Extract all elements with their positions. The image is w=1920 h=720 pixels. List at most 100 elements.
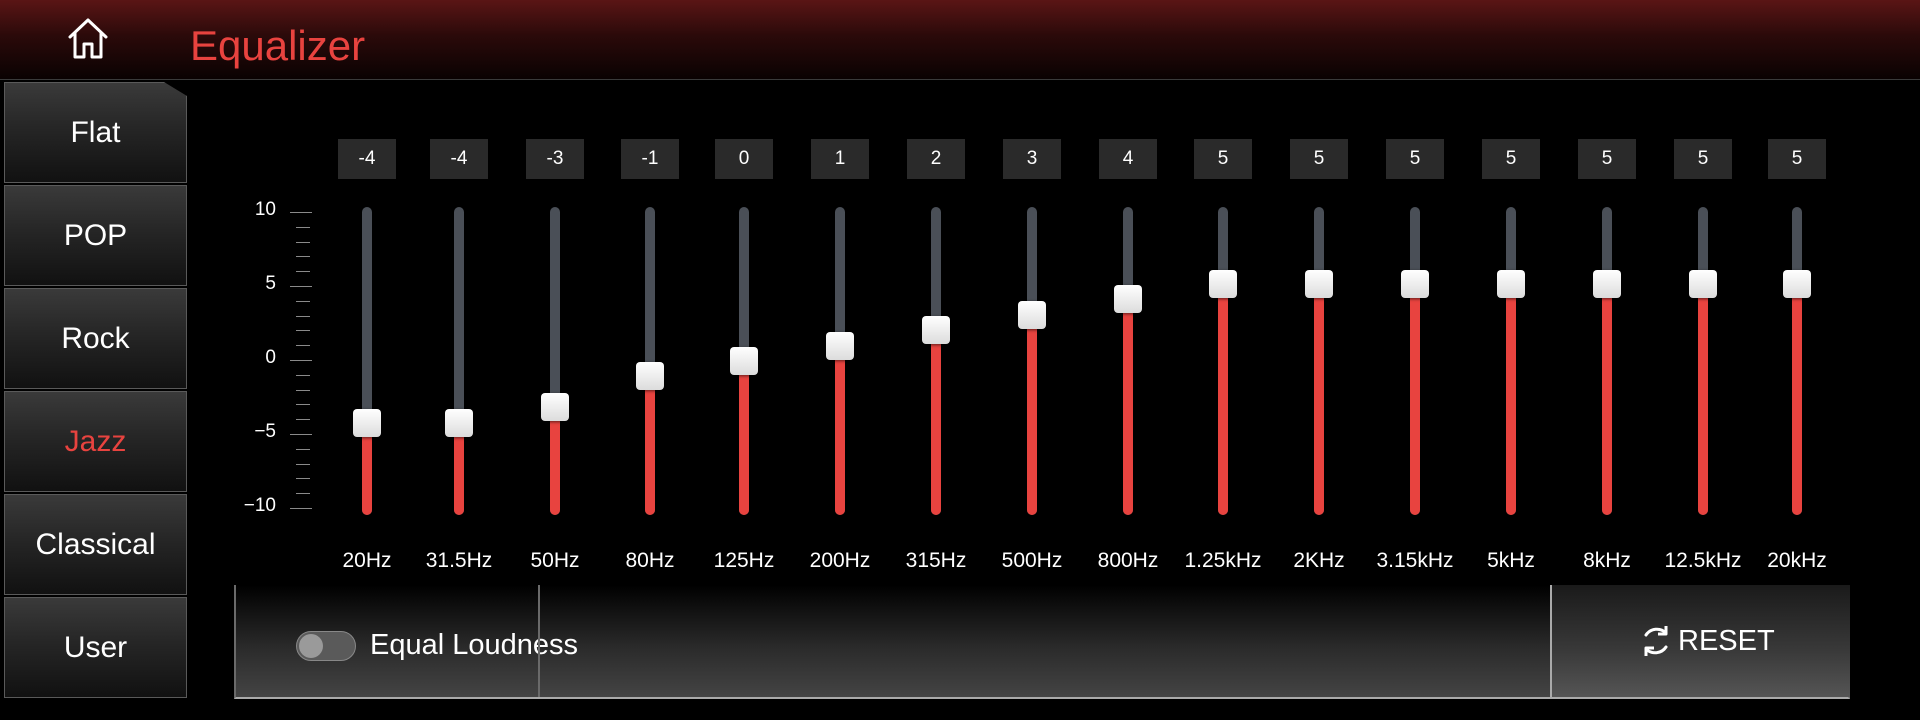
slider-fill <box>931 330 941 515</box>
slider-thumb[interactable] <box>1305 270 1333 298</box>
band-20khz: 5 20kHz <box>1749 139 1845 579</box>
slider-thumb[interactable] <box>353 408 381 437</box>
band-value: 0 <box>715 139 773 179</box>
slider-thumb[interactable] <box>826 331 854 360</box>
slider-fill <box>1506 284 1516 515</box>
band-80hz: -1 80Hz <box>602 139 698 579</box>
band-12.5khz: 5 12.5kHz <box>1655 139 1751 579</box>
scale-tick <box>296 478 310 480</box>
scale-tick <box>296 419 310 421</box>
scale-tick <box>290 286 312 287</box>
slider-thumb[interactable] <box>1401 270 1429 298</box>
band-2khz: 5 2KHz <box>1271 139 1367 579</box>
scale-tick <box>296 300 310 302</box>
preset-pop[interactable]: POP <box>4 185 187 286</box>
slider-fill <box>1698 284 1708 515</box>
slider-thumb[interactable] <box>922 316 950 345</box>
scale-tick <box>290 434 312 435</box>
refresh-icon <box>1644 626 1668 656</box>
reset-label: RESET <box>1678 625 1775 657</box>
preset-classical[interactable]: Classical <box>4 494 187 595</box>
scale-tick <box>296 404 310 406</box>
band-125hz: 0 125Hz <box>696 139 792 579</box>
scale-tick <box>296 493 310 495</box>
slider-thumb[interactable] <box>1114 285 1142 314</box>
scale-tick <box>290 508 312 509</box>
home-icon <box>68 18 108 59</box>
band-value: 5 <box>1194 139 1252 179</box>
slider-fill <box>550 407 560 515</box>
preset-sidebar: Flat POP Rock Jazz Classical User <box>4 82 188 698</box>
band-value: 3 <box>1003 139 1061 179</box>
band-value: -4 <box>338 139 396 179</box>
slider-thumb[interactable] <box>445 408 473 437</box>
slider-fill <box>1218 284 1228 515</box>
header-bar: Equalizer <box>0 0 1920 80</box>
equal-loudness-toggle[interactable] <box>296 631 356 661</box>
band-200hz: 1 200Hz <box>792 139 888 579</box>
scale-label: −10 <box>243 495 276 516</box>
home-button[interactable] <box>58 12 118 64</box>
band-value: 4 <box>1099 139 1157 179</box>
band-20hz: -4 20Hz <box>319 139 415 579</box>
equal-loudness-label: Equal Loudness <box>370 629 578 661</box>
band-value: 5 <box>1290 139 1348 179</box>
band-1.25khz: 5 1.25kHz <box>1175 139 1271 579</box>
band-value: 1 <box>811 139 869 179</box>
scale-label: 5 <box>265 273 276 294</box>
band-800hz: 4 800Hz <box>1080 139 1176 579</box>
preset-rock[interactable]: Rock <box>4 288 187 389</box>
band-value: 5 <box>1482 139 1540 179</box>
scale-tick <box>296 226 310 228</box>
scale-label: 10 <box>254 199 276 220</box>
toggle-knob <box>299 634 323 658</box>
scale-tick <box>296 374 310 376</box>
band-value: -3 <box>526 139 584 179</box>
band-value: -1 <box>621 139 679 179</box>
band-8khz: 5 8kHz <box>1559 139 1655 579</box>
scale-tick <box>296 256 310 258</box>
scale-tick <box>296 330 310 332</box>
slider-thumb[interactable] <box>1689 270 1717 298</box>
slider-fill <box>1410 284 1420 515</box>
band-value: 5 <box>1386 139 1444 179</box>
slider-fill <box>1027 314 1037 515</box>
slider-thumb[interactable] <box>730 347 758 375</box>
reset-button[interactable]: RESET <box>1550 585 1850 697</box>
slider-fill <box>1123 299 1133 515</box>
band-50hz: -3 50Hz <box>507 139 603 579</box>
slider-fill <box>1602 284 1612 515</box>
band-value: 5 <box>1674 139 1732 179</box>
preset-jazz[interactable]: Jazz <box>4 391 187 492</box>
band-value: 2 <box>907 139 965 179</box>
band-31.5hz: -4 31.5Hz <box>411 139 507 579</box>
slider-fill <box>645 376 655 515</box>
scale-tick <box>296 345 310 347</box>
scale-label: 0 <box>265 347 276 368</box>
band-value: 5 <box>1768 139 1826 179</box>
scale-tick <box>296 241 310 243</box>
slider-thumb[interactable] <box>1593 270 1621 298</box>
slider-fill <box>739 361 749 515</box>
slider-thumb[interactable] <box>541 393 569 422</box>
band-value: -4 <box>430 139 488 179</box>
slider-thumb[interactable] <box>1783 270 1811 298</box>
band-value: 5 <box>1578 139 1636 179</box>
scale-tick <box>290 212 312 213</box>
bottom-bar: Equal Loudness RESET <box>234 585 1850 699</box>
scale-tick <box>290 360 312 361</box>
page-title: Equalizer <box>190 22 366 69</box>
scale-tick <box>296 389 310 391</box>
slider-thumb[interactable] <box>1497 270 1525 298</box>
preset-flat[interactable]: Flat <box>4 82 187 183</box>
band-5khz: 5 5kHz <box>1463 139 1559 579</box>
preset-user[interactable]: User <box>4 597 187 698</box>
scale-tick <box>296 271 310 273</box>
slider-thumb[interactable] <box>636 362 664 391</box>
band-frequency-label: 20kHz <box>1767 549 1827 572</box>
slider-thumb[interactable] <box>1209 270 1237 298</box>
scale-tick <box>296 315 310 317</box>
slider-thumb[interactable] <box>1018 300 1046 329</box>
band-3.15khz: 5 3.15kHz <box>1367 139 1463 579</box>
scale-tick <box>296 448 310 450</box>
